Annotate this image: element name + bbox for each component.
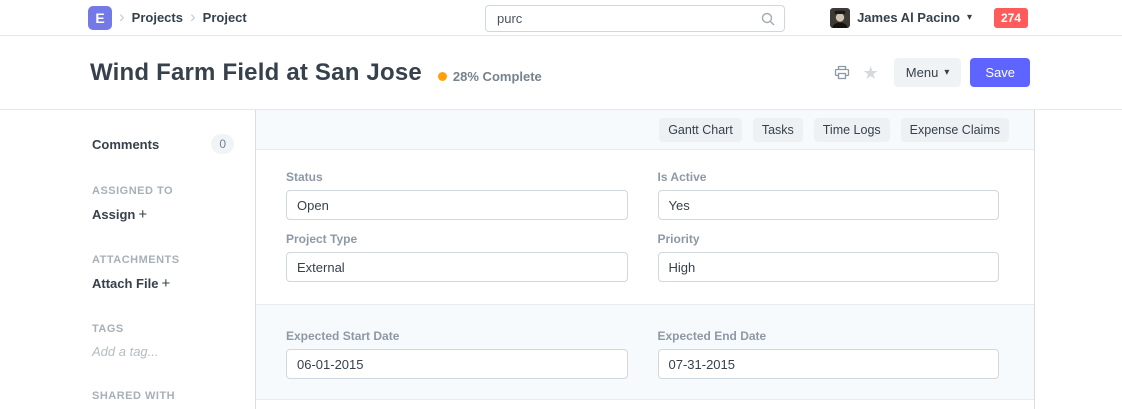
page-body: Comments 0 ASSIGNED TO Assign+ ATTACHMEN… xyxy=(0,110,1122,409)
page-title: Wind Farm Field at San Jose xyxy=(90,59,422,87)
field-status: Status xyxy=(286,170,628,220)
favorite-button[interactable]: ★ xyxy=(861,64,881,82)
priority-label: Priority xyxy=(658,232,1000,246)
add-tag-field[interactable]: Add a tag... xyxy=(92,344,234,359)
chevron-down-icon: ▾ xyxy=(967,13,972,23)
menu-button-label: Menu xyxy=(906,65,939,80)
user-avatar[interactable] xyxy=(830,8,850,28)
print-button[interactable] xyxy=(832,65,852,80)
field-is-active: Is Active xyxy=(658,170,1000,220)
field-project-type: Project Type xyxy=(286,232,628,282)
chevron-right-icon: › xyxy=(190,8,196,25)
gantt-chart-button[interactable]: Gantt Chart xyxy=(659,118,742,142)
breadcrumb-project[interactable]: Project xyxy=(203,10,247,25)
attach-file-label: Attach File xyxy=(92,276,158,291)
assigned-to-heading: ASSIGNED TO xyxy=(92,185,234,197)
navbar-user-area: James Al Pacino ▾ 274 xyxy=(830,8,1028,28)
plus-icon: + xyxy=(161,275,170,292)
save-button[interactable]: Save xyxy=(970,58,1030,87)
app-logo-letter: E xyxy=(95,10,104,26)
is-active-input[interactable] xyxy=(658,190,1000,220)
expected-end-date-label: Expected End Date xyxy=(658,329,1000,343)
is-active-label: Is Active xyxy=(658,170,1000,184)
sidebar-item-comments[interactable]: Comments 0 xyxy=(92,134,234,154)
expected-end-date-input[interactable] xyxy=(658,349,1000,379)
notifications-badge[interactable]: 274 xyxy=(994,8,1028,28)
plus-icon: + xyxy=(138,206,147,223)
assign-label: Assign xyxy=(92,207,135,222)
breadcrumb-projects[interactable]: Projects xyxy=(132,10,183,25)
sidebar-section-assigned-to: ASSIGNED TO Assign+ xyxy=(92,185,234,223)
tasks-button[interactable]: Tasks xyxy=(753,118,803,142)
expense-claims-button[interactable]: Expense Claims xyxy=(901,118,1009,142)
expected-start-date-input[interactable] xyxy=(286,349,628,379)
status-input[interactable] xyxy=(286,190,628,220)
chevron-down-icon: ▾ xyxy=(944,68,949,78)
menu-button[interactable]: Menu ▾ xyxy=(894,58,962,87)
chevron-right-icon: › xyxy=(119,8,125,25)
progress-indicator: 28% Complete xyxy=(438,69,542,84)
form-links-toolbar: Gantt Chart Tasks Time Logs Expense Clai… xyxy=(256,110,1034,150)
expected-start-date-label: Expected Start Date xyxy=(286,329,628,343)
status-label: Status xyxy=(286,170,628,184)
comments-label: Comments xyxy=(92,137,159,152)
app-window: E › Projects › Project xyxy=(0,0,1122,409)
user-menu[interactable]: James Al Pacino xyxy=(857,10,960,25)
field-expected-start-date: Expected Start Date xyxy=(286,329,628,379)
breadcrumb: E › Projects › Project xyxy=(88,6,247,30)
shared-with-heading: SHARED WITH xyxy=(92,390,234,402)
form-content: Gantt Chart Tasks Time Logs Expense Clai… xyxy=(255,110,1035,409)
field-priority: Priority xyxy=(658,232,1000,282)
global-search xyxy=(485,5,785,32)
page-actions: ★ Menu ▾ Save xyxy=(832,58,1030,87)
app-logo[interactable]: E xyxy=(88,6,112,30)
printer-icon xyxy=(834,65,850,80)
attachments-heading: ATTACHMENTS xyxy=(92,254,234,266)
sidebar-section-attachments: ATTACHMENTS Attach File+ xyxy=(92,254,234,292)
page-head: Wind Farm Field at San Jose 28% Complete… xyxy=(0,36,1122,110)
navbar: E › Projects › Project xyxy=(0,0,1122,36)
priority-input[interactable] xyxy=(658,252,1000,282)
attach-file-button[interactable]: Attach File+ xyxy=(92,275,234,292)
progress-label: 28% Complete xyxy=(453,69,542,84)
right-gutter xyxy=(1035,110,1122,409)
time-logs-button[interactable]: Time Logs xyxy=(814,118,890,142)
form-section-dates: Expected Start Date Expected End Date xyxy=(256,305,1034,400)
tags-heading: TAGS xyxy=(92,323,234,335)
form-section-details: Status Is Active Project Type Priority xyxy=(256,150,1034,305)
project-type-input[interactable] xyxy=(286,252,628,282)
search-input[interactable] xyxy=(497,11,761,26)
form-sidebar: Comments 0 ASSIGNED TO Assign+ ATTACHMEN… xyxy=(0,110,255,409)
search-icon xyxy=(761,12,775,26)
project-type-label: Project Type xyxy=(286,232,628,246)
assign-button[interactable]: Assign+ xyxy=(92,206,234,223)
sidebar-section-tags: TAGS Add a tag... xyxy=(92,323,234,359)
sidebar-section-shared-with: SHARED WITH xyxy=(92,390,234,402)
comments-count-badge: 0 xyxy=(211,134,234,154)
field-expected-end-date: Expected End Date xyxy=(658,329,1000,379)
star-icon: ★ xyxy=(863,64,879,82)
status-dot-icon xyxy=(438,72,447,81)
